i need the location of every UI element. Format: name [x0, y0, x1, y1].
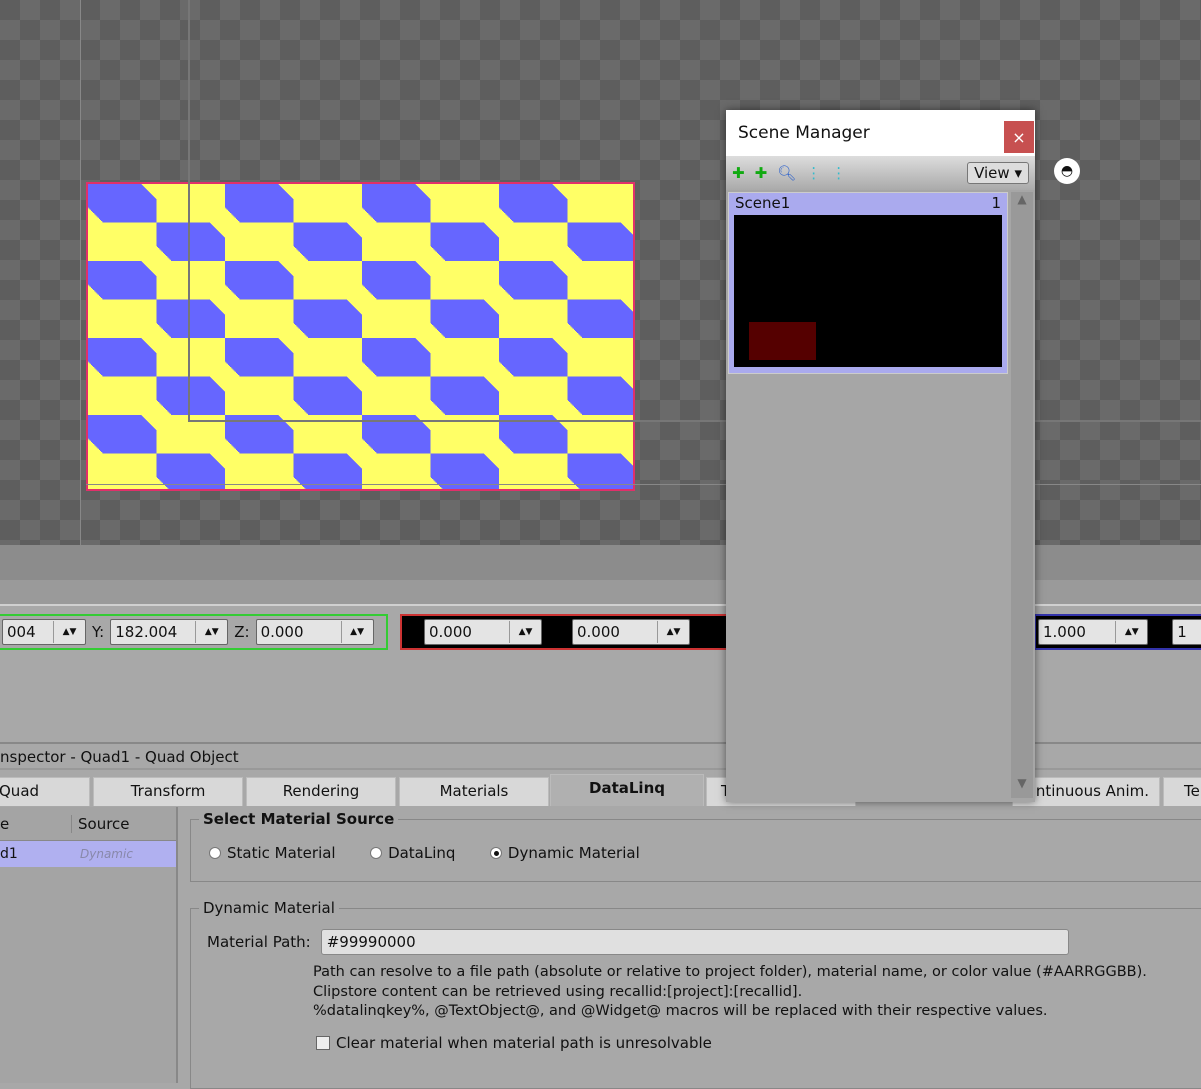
tab-rendering[interactable]: Rendering [246, 777, 396, 806]
close-button[interactable]: × [1004, 121, 1034, 153]
radio-label: Dynamic Material [507, 844, 640, 862]
item-source: Dynamic [80, 847, 133, 861]
spin-arrows-icon[interactable]: ▲▼ [195, 621, 227, 643]
scene-manager-window: Scene Manager × ✚ ✚ 🔍︎ ⋮ ⋮ View ▾ Scene1… [726, 110, 1035, 802]
x-spinbox[interactable]: 004 ▲▼ [2, 619, 86, 645]
spin-arrows-icon[interactable]: ▲▼ [1115, 621, 1147, 643]
tab-te[interactable]: Te [1163, 777, 1201, 806]
spin-arrows-icon[interactable]: ▲▼ [657, 621, 689, 643]
checkbox-label: Clear material when material path is unr… [336, 1033, 712, 1052]
scene-thumbnail [734, 215, 1002, 367]
scale-y-spinbox[interactable]: 1 [1172, 619, 1201, 645]
position-group: 004 ▲▼ Y: 182.004 ▲▼ Z: 0.000 ▲▼ [0, 614, 388, 650]
radio-dynamic-material[interactable]: Dynamic Material [489, 844, 640, 862]
scale-x-spinbox[interactable]: 1.000 ▲▼ [1038, 619, 1149, 645]
z-label: Z: [234, 623, 250, 641]
checkbox-icon[interactable] [316, 1035, 330, 1050]
help-text: Path can resolve to a file path (absolut… [313, 964, 1147, 980]
z-spinbox[interactable]: 0.000 ▲▼ [255, 619, 374, 645]
radio-icon[interactable] [209, 847, 221, 859]
add-scene-icon[interactable]: ✚ [732, 164, 745, 182]
column-header-source[interactable]: Source [72, 815, 130, 833]
scale-y-value: 1 [1177, 623, 1187, 641]
guide-line [188, 0, 190, 422]
add-scene-group-icon[interactable]: ✚ [755, 164, 768, 182]
spin-arrows-icon[interactable]: ▲▼ [509, 621, 541, 643]
tab-dataling[interactable]: DataLinq [550, 774, 704, 806]
group-title: Select Material Source [203, 810, 395, 828]
scene-index: 1 [991, 194, 1001, 212]
material-path-label: Material Path: [207, 933, 311, 951]
tab-quad[interactable]: Quad [0, 777, 90, 806]
column-header-name[interactable]: e [0, 814, 72, 833]
spin-arrows-icon[interactable]: ▲▼ [53, 621, 85, 643]
rotation-x-value: 0.000 [429, 623, 472, 641]
tab-transform[interactable]: Transform [93, 777, 243, 806]
tree-view-icon[interactable]: ⋮ [831, 164, 846, 182]
window-title: Scene Manager [738, 123, 870, 143]
object-list: e Source d1 Dynamic [0, 807, 178, 1083]
spin-arrows-icon[interactable]: ▲▼ [340, 621, 373, 643]
material-path-input[interactable]: #99990000 [320, 929, 1069, 955]
list-item[interactable]: d1 Dynamic [0, 841, 176, 867]
scroll-up-icon[interactable]: ▲ [1011, 192, 1033, 214]
quad-object[interactable] [86, 182, 635, 491]
scale-group: 1.000 ▲▼ 1 [1034, 614, 1201, 650]
rotation-group: 0.000 ▲▼ 0.000 ▲▼ [400, 614, 730, 650]
scene-name: Scene1 [735, 194, 791, 212]
view-label: View [974, 164, 1010, 182]
item-name: d1 [0, 846, 18, 862]
scene-manager-titlebar[interactable]: Scene Manager × [726, 110, 1035, 156]
scene-item[interactable]: Scene1 1 [728, 192, 1008, 374]
view-dropdown[interactable]: View ▾ [967, 162, 1029, 184]
tab-materials[interactable]: Materials [399, 777, 549, 806]
help-text: Clipstore content can be retrieved using… [313, 983, 803, 1000]
radio-datalinq[interactable]: DataLinq [370, 844, 455, 862]
radio-label: Static Material [227, 844, 336, 862]
scene-manager-toolbar: ✚ ✚ 🔍︎ ⋮ ⋮ View ▾ [726, 156, 1035, 190]
thumbnail-quad [749, 322, 816, 360]
scroll-down-icon[interactable]: ▼ [1011, 776, 1033, 798]
rotation-y-spinbox[interactable]: 0.000 ▲▼ [572, 619, 690, 645]
rotation-y-value: 0.000 [577, 623, 620, 641]
x-value: 004 [7, 623, 36, 641]
radio-icon[interactable] [489, 847, 502, 859]
dynamic-material-group: Dynamic Material Material Path: #9999000… [190, 899, 1201, 1089]
select-material-source-group: Select Material Source Static Material D… [190, 810, 1201, 882]
z-value: 0.000 [260, 623, 304, 641]
guide-line [80, 0, 81, 545]
clear-material-checkbox[interactable]: Clear material when material path is unr… [316, 1034, 1201, 1052]
y-label: Y: [92, 623, 105, 641]
y-spinbox[interactable]: 182.004 ▲▼ [110, 619, 229, 645]
radio-icon[interactable] [370, 847, 383, 859]
rotate-handle-icon[interactable]: ◓ [1054, 158, 1080, 184]
search-icon[interactable]: 🔍︎ [777, 164, 796, 182]
rotation-x-spinbox[interactable]: 0.000 ▲▼ [424, 619, 542, 645]
help-text: %datalinqkey%, @TextObject@, and @Widget… [313, 1003, 1048, 1019]
y-value: 182.004 [115, 623, 178, 641]
scrollbar[interactable]: ▲ ▼ [1011, 192, 1033, 798]
radio-static-material[interactable]: Static Material [209, 844, 336, 862]
guide-line [188, 420, 1201, 422]
group-title: Dynamic Material [203, 899, 335, 917]
scale-x-value: 1.000 [1043, 623, 1086, 641]
radio-label: DataLinq [388, 844, 456, 862]
list-view-icon[interactable]: ⋮ [806, 164, 821, 182]
